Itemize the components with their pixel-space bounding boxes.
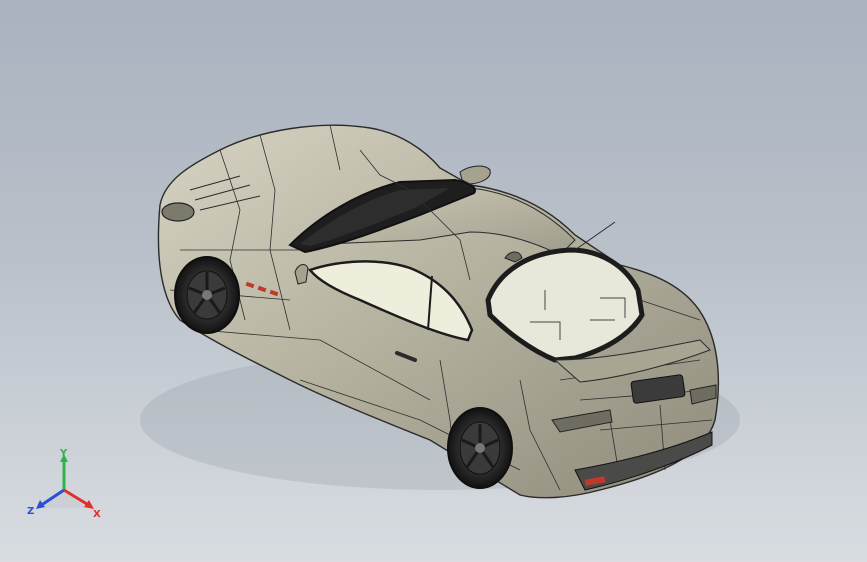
axis-triad[interactable]: Y X Z [24, 448, 104, 522]
z-axis-label: Z [27, 506, 34, 517]
front-wheel [174, 256, 240, 334]
y-axis-label: Y [59, 448, 68, 459]
graphics-viewport[interactable]: Y X Z [0, 0, 867, 562]
headlight [161, 202, 195, 222]
right-mirror [294, 264, 309, 285]
left-mirror [459, 165, 491, 185]
x-axis-label: X [93, 509, 101, 520]
rear-wheel [447, 407, 513, 489]
antenna [574, 221, 616, 251]
car-model[interactable] [0, 0, 867, 562]
